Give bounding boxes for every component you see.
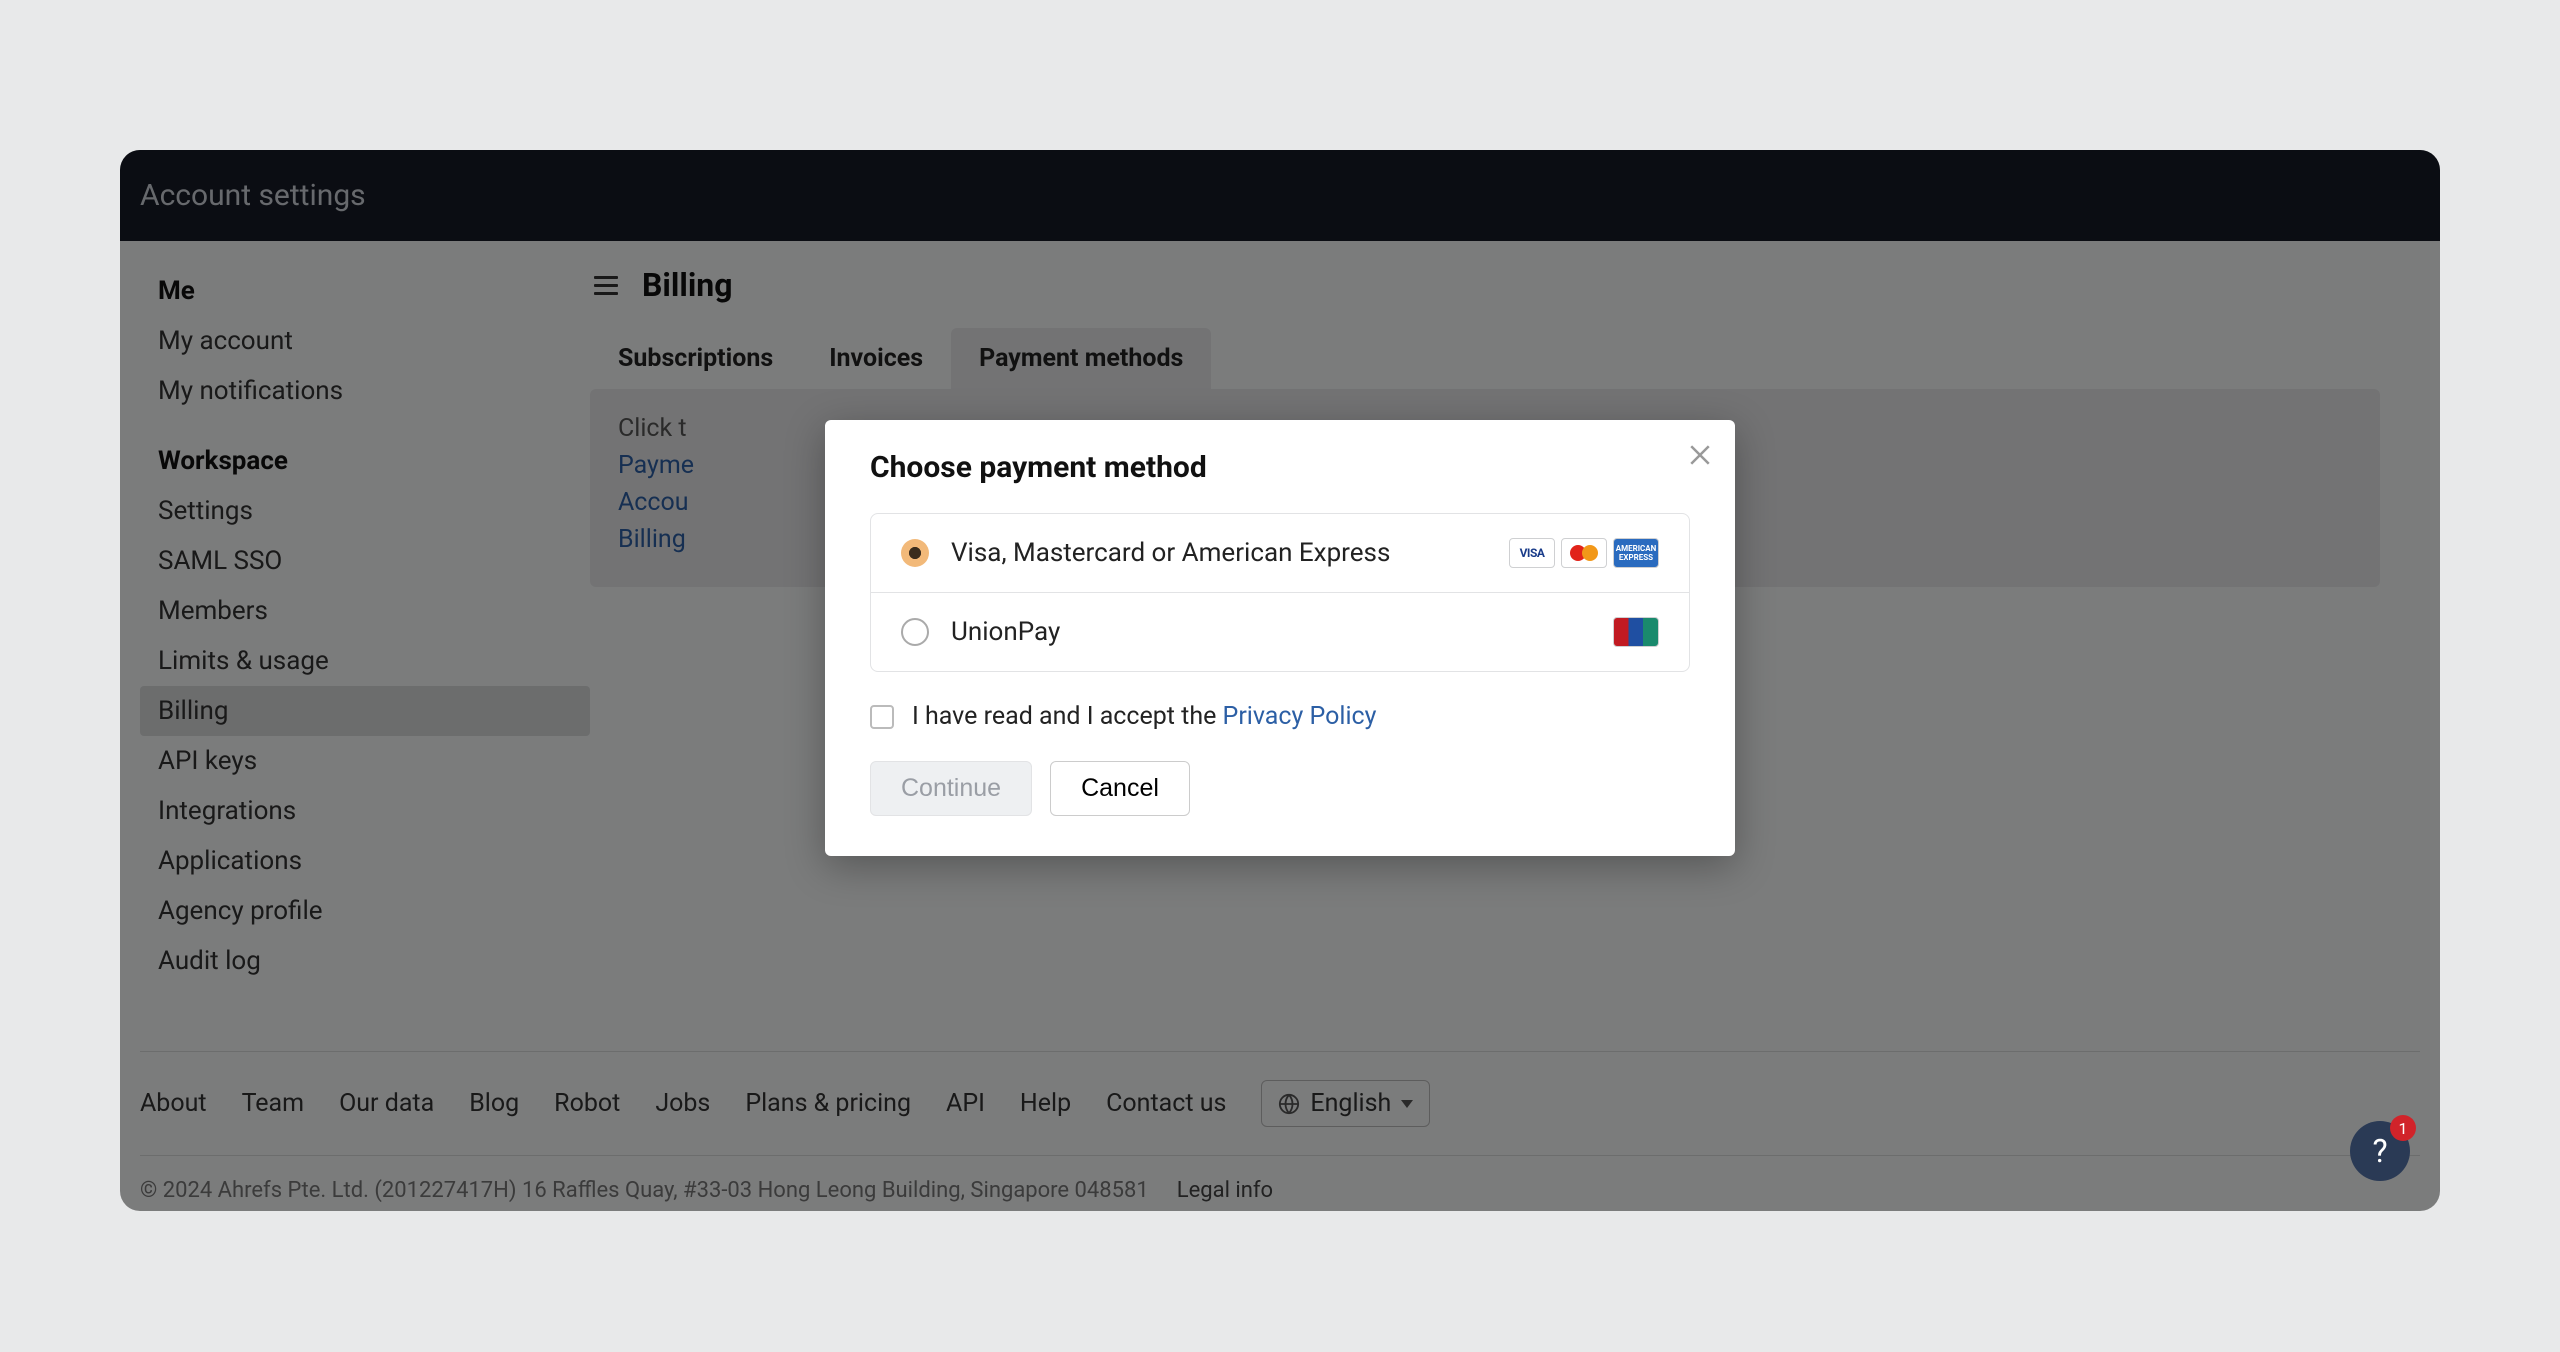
- consent-checkbox[interactable]: [870, 705, 894, 729]
- modal-overlay[interactable]: Choose payment method Visa, Mastercard o…: [120, 150, 2440, 1211]
- option-unionpay[interactable]: UnionPay: [871, 592, 1689, 671]
- consent-prefix: I have read and I accept the: [912, 702, 1223, 731]
- cancel-button[interactable]: Cancel: [1050, 761, 1190, 816]
- continue-button[interactable]: Continue: [870, 761, 1032, 816]
- privacy-policy-link[interactable]: Privacy Policy: [1223, 702, 1377, 731]
- payment-options: Visa, Mastercard or American Express VIS…: [870, 513, 1690, 672]
- card-icons: VISA AMERICANEXPRESS: [1509, 538, 1659, 568]
- visa-icon: VISA: [1509, 538, 1555, 568]
- option-visa-mc-amex[interactable]: Visa, Mastercard or American Express VIS…: [871, 514, 1689, 592]
- close-icon[interactable]: [1685, 440, 1715, 470]
- consent-row: I have read and I accept the Privacy Pol…: [870, 702, 1690, 731]
- card-icons: [1613, 617, 1659, 647]
- modal-actions: Continue Cancel: [870, 761, 1690, 816]
- amex-icon: AMERICANEXPRESS: [1613, 538, 1659, 568]
- help-badge: 1: [2390, 1115, 2416, 1141]
- mastercard-icon: [1561, 538, 1607, 568]
- radio-unselected-icon: [901, 618, 929, 646]
- option-label: Visa, Mastercard or American Express: [951, 538, 1487, 568]
- app-frame: Account settings Me My account My notifi…: [120, 150, 2440, 1211]
- modal-wrapper: Choose payment method Visa, Mastercard o…: [825, 420, 1735, 856]
- radio-selected-icon: [901, 539, 929, 567]
- consent-text: I have read and I accept the Privacy Pol…: [912, 702, 1376, 731]
- unionpay-icon: [1613, 617, 1659, 647]
- option-label: UnionPay: [951, 617, 1591, 647]
- help-fab[interactable]: ? 1: [2350, 1121, 2410, 1181]
- choose-payment-modal: Choose payment method Visa, Mastercard o…: [825, 420, 1735, 856]
- help-icon: ?: [2372, 1132, 2387, 1170]
- modal-title: Choose payment method: [870, 450, 1690, 485]
